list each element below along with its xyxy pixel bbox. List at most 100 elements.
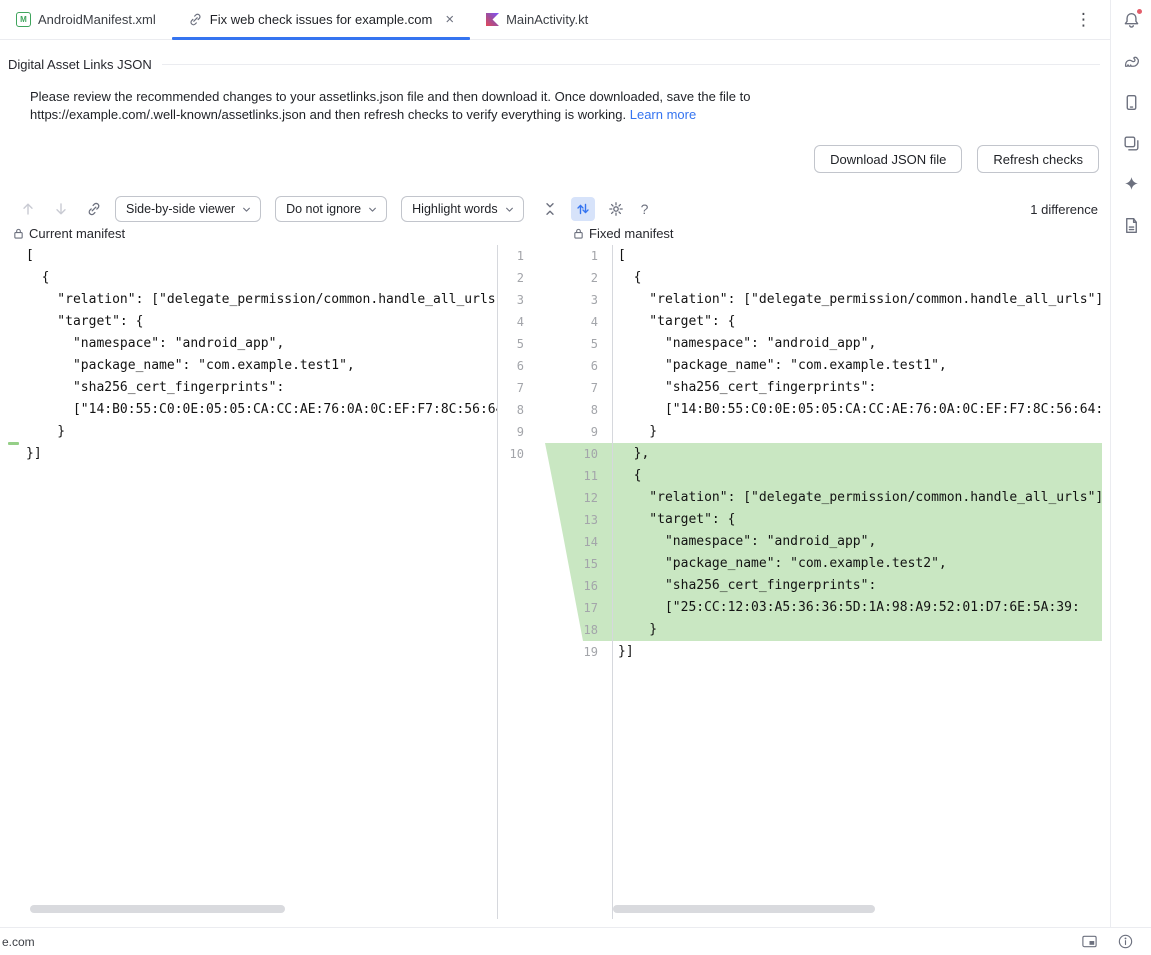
- tab-label: MainActivity.kt: [506, 12, 588, 27]
- refresh-checks-button[interactable]: Refresh checks: [977, 145, 1099, 173]
- line-number: 13: [563, 509, 598, 531]
- tab-label: Fix web check issues for example.com: [210, 12, 433, 27]
- line-number: 3: [563, 289, 598, 311]
- next-difference-icon[interactable]: [49, 197, 73, 221]
- line-number: 1: [563, 245, 598, 267]
- help-icon[interactable]: ?: [637, 201, 653, 217]
- assistant-description: Please review the recommended changes to…: [30, 88, 1070, 123]
- viewer-mode-select[interactable]: Side-by-side viewer: [115, 196, 261, 222]
- collapse-unchanged-icon[interactable]: [538, 197, 562, 221]
- line-number: 4: [498, 311, 524, 333]
- section-separator: [162, 64, 1100, 65]
- fixed-manifest-editor[interactable]: [ { "relation": ["delegate_permission/co…: [612, 245, 1102, 919]
- line-number: 2: [498, 267, 524, 289]
- code-line: },: [612, 443, 1102, 465]
- jump-to-source-link-icon[interactable]: [82, 197, 106, 221]
- line-number: 16: [563, 575, 598, 597]
- download-json-button[interactable]: Download JSON file: [814, 145, 962, 173]
- line-number: 5: [498, 333, 524, 355]
- diff-pane-headers: Current manifest Fixed manifest: [0, 226, 1110, 243]
- diff-settings-gear-icon[interactable]: [604, 197, 628, 221]
- tab-options-kebab-icon[interactable]: ⋮: [1058, 0, 1110, 39]
- tab-fix-web-check-issues[interactable]: Fix web check issues for example.com ×: [172, 0, 470, 39]
- previous-difference-icon[interactable]: [16, 197, 40, 221]
- tab-mainactivity[interactable]: MainActivity.kt: [470, 0, 604, 39]
- kotlin-file-icon: [486, 13, 499, 26]
- code-line: "relation": ["delegate_permission/common…: [612, 487, 1102, 509]
- lock-icon: [573, 227, 584, 240]
- code-line: [: [612, 245, 1102, 267]
- code-line: {: [0, 267, 497, 289]
- code-line: "namespace": "android_app",: [612, 333, 1102, 355]
- right-tool-rail: [1110, 0, 1151, 927]
- line-number: 7: [498, 377, 524, 399]
- build-variants-icon[interactable]: [1120, 132, 1142, 154]
- code-line: "package_name": "com.example.test2",: [612, 553, 1102, 575]
- left-horizontal-scrollbar[interactable]: [30, 905, 285, 913]
- info-icon[interactable]: [1117, 933, 1134, 950]
- line-number: 2: [563, 267, 598, 289]
- chevron-down-icon: [503, 203, 516, 216]
- code-line: "relation": ["delegate_permission/common…: [0, 289, 497, 311]
- right-horizontal-scrollbar[interactable]: [613, 905, 875, 913]
- code-line: "sha256_cert_fingerprints":: [612, 575, 1102, 597]
- code-line: }: [612, 421, 1102, 443]
- code-line: "target": {: [0, 311, 497, 333]
- code-line: {: [612, 267, 1102, 289]
- gradle-icon[interactable]: [1120, 50, 1142, 72]
- diff-toolbar: Side-by-side viewer Do not ignore Highli…: [16, 195, 1098, 223]
- chevron-down-icon: [240, 203, 253, 216]
- code-line: "package_name": "com.example.test1",: [0, 355, 497, 377]
- ignore-policy-select[interactable]: Do not ignore: [275, 196, 387, 222]
- code-line: "namespace": "android_app",: [0, 333, 497, 355]
- section-header: Digital Asset Links JSON: [8, 57, 1100, 72]
- chevron-down-icon: [366, 203, 379, 216]
- line-number: 6: [498, 355, 524, 377]
- code-line: "namespace": "android_app",: [612, 531, 1102, 553]
- layout-inset-icon[interactable]: [1081, 933, 1098, 950]
- line-number: 10: [498, 443, 524, 465]
- learn-more-link[interactable]: Learn more: [630, 107, 696, 122]
- app-links-assistant-icon[interactable]: [1120, 214, 1142, 236]
- status-bar: e.com: [0, 927, 1151, 955]
- code-line: [: [0, 245, 497, 267]
- status-icons: [1081, 933, 1149, 950]
- code-line: "sha256_cert_fingerprints":: [0, 377, 497, 399]
- line-number: 8: [498, 399, 524, 421]
- code-line: "package_name": "com.example.test1",: [612, 355, 1102, 377]
- synchronize-scrolling-icon[interactable]: [571, 197, 595, 221]
- description-line-1: Please review the recommended changes to…: [30, 89, 750, 104]
- gemini-sparkle-icon[interactable]: [1120, 173, 1142, 195]
- notifications-bell-icon[interactable]: [1120, 9, 1142, 31]
- highlight-policy-select[interactable]: Highlight words: [401, 196, 523, 222]
- line-number: 15: [563, 553, 598, 575]
- line-number: 14: [563, 531, 598, 553]
- right-line-numbers: 12345678910111213141516171819: [563, 245, 598, 663]
- tab-close-icon[interactable]: ×: [445, 12, 454, 27]
- gutter-divider-right: [612, 245, 613, 919]
- difference-count: 1 difference: [1030, 202, 1098, 217]
- line-number: 6: [563, 355, 598, 377]
- code-line: }: [0, 421, 497, 443]
- line-number: 11: [563, 465, 598, 487]
- running-devices-icon[interactable]: [1120, 91, 1142, 113]
- link-icon: [188, 12, 203, 27]
- notification-badge: [1136, 8, 1143, 15]
- code-line: ["25:CC:12:03:A5:36:36:5D:1A:98:A9:52:01…: [612, 597, 1102, 619]
- code-line: ["14:B0:55:C0:0E:05:05:CA:CC:AE:76:0A:0C…: [0, 399, 497, 421]
- description-line-2: https://example.com/.well-known/assetlin…: [30, 107, 626, 122]
- line-number: 1: [498, 245, 524, 267]
- manifest-file-icon: M: [16, 12, 31, 27]
- line-number: 4: [563, 311, 598, 333]
- fixed-manifest-title: Fixed manifest: [573, 226, 674, 241]
- line-number: 17: [563, 597, 598, 619]
- tab-androidmanifest[interactable]: M AndroidManifest.xml: [0, 0, 172, 39]
- code-line: "relation": ["delegate_permission/common…: [612, 289, 1102, 311]
- current-manifest-editor[interactable]: [ { "relation": ["delegate_permission/co…: [0, 245, 497, 919]
- section-title: Digital Asset Links JSON: [8, 57, 152, 72]
- current-manifest-title: Current manifest: [13, 226, 125, 241]
- line-number: 12: [563, 487, 598, 509]
- line-number: 8: [563, 399, 598, 421]
- line-number: 19: [563, 641, 598, 663]
- code-line: "sha256_cert_fingerprints":: [612, 377, 1102, 399]
